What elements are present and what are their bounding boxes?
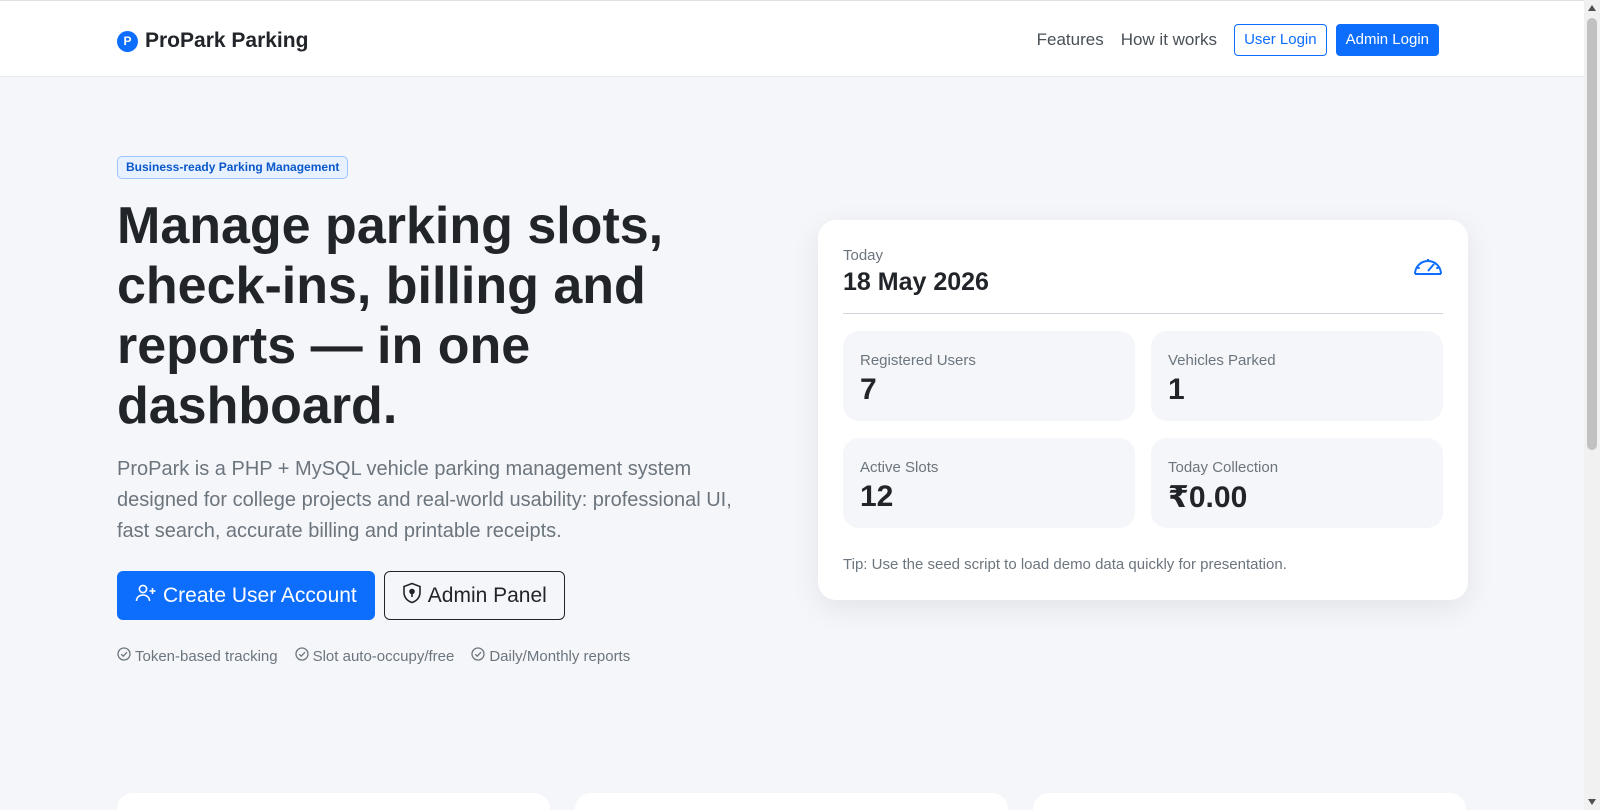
feature-list: Token-based tracking Slot auto-occupy/fr… <box>117 647 630 665</box>
scrollbar-thumb[interactable] <box>1587 18 1597 450</box>
today-date: 18 May 2026 <box>843 268 989 296</box>
card-divider <box>843 313 1443 314</box>
stat-label: Active Slots <box>860 459 939 476</box>
stat-value: 12 <box>860 480 894 513</box>
nav-link-features[interactable]: Features <box>1037 24 1104 56</box>
stat-label: Today Collection <box>1168 459 1279 476</box>
page-scrollbar[interactable] <box>1584 0 1600 810</box>
hero-lead: ProPark is a PHP + MySQL vehicle parking… <box>117 458 732 542</box>
hero-title: Manage parking slots, check-ins, billing… <box>117 197 664 435</box>
cta-buttons: Create User Account Admin Panel <box>117 571 565 620</box>
scroll-up-arrow-icon[interactable] <box>1588 5 1596 11</box>
brand-logo[interactable]: P ProPark Parking <box>117 29 308 53</box>
stat-active-slots: Active Slots 12 <box>843 438 1135 528</box>
nav-link-how-it-works[interactable]: How it works <box>1121 24 1217 56</box>
check-circle-icon <box>471 647 485 665</box>
stat-label: Registered Users <box>860 352 976 369</box>
feature-item: Slot auto-occupy/free <box>294 647 455 665</box>
feature-item: Daily/Monthly reports <box>471 647 630 665</box>
feature-label: Slot auto-occupy/free <box>312 647 455 665</box>
user-login-button[interactable]: User Login <box>1234 24 1327 56</box>
stat-value: 7 <box>860 373 877 406</box>
stat-label: Vehicles Parked <box>1168 352 1276 369</box>
tip-text: Tip: Use the seed script to load demo da… <box>843 556 1287 573</box>
nav-links: Features How it works User Login Admin L… <box>1037 24 1439 56</box>
brand-name: ProPark Parking <box>145 29 309 52</box>
speedometer-icon <box>1412 253 1444 284</box>
create-user-account-label: Create User Account <box>163 583 357 607</box>
stat-today-collection: Today Collection ₹0.00 <box>1151 438 1443 528</box>
feature-card <box>575 793 1008 810</box>
feature-item: Token-based tracking <box>117 647 278 665</box>
stat-value: 1 <box>1168 373 1185 406</box>
admin-panel-label: Admin Panel <box>427 583 547 607</box>
create-user-account-button[interactable]: Create User Account <box>117 571 375 620</box>
admin-login-button[interactable]: Admin Login <box>1335 24 1439 56</box>
stat-value: ₹0.00 <box>1168 481 1248 514</box>
check-circle-icon <box>294 647 309 665</box>
scroll-down-arrow-icon[interactable] <box>1588 799 1596 805</box>
dashboard-summary-card: Today 18 May 2026 Registered Users 7 Veh… <box>818 220 1468 600</box>
stat-vehicles-parked: Vehicles Parked 1 <box>1151 331 1443 421</box>
feature-card <box>117 793 550 810</box>
person-plus-icon <box>135 583 157 609</box>
feature-label: Daily/Monthly reports <box>489 647 631 665</box>
feature-label: Token-based tracking <box>135 647 278 665</box>
today-label: Today <box>843 247 884 264</box>
hero-badge: Business-ready Parking Management <box>117 156 349 179</box>
top-navbar: P ProPark Parking Features How it works … <box>0 0 1584 77</box>
check-circle-icon <box>117 647 131 665</box>
stat-registered-users: Registered Users 7 <box>843 331 1135 421</box>
feature-card <box>1033 793 1466 810</box>
parking-icon: P <box>117 30 138 52</box>
admin-panel-button[interactable]: Admin Panel <box>383 571 565 620</box>
shield-lock-icon <box>402 582 422 610</box>
